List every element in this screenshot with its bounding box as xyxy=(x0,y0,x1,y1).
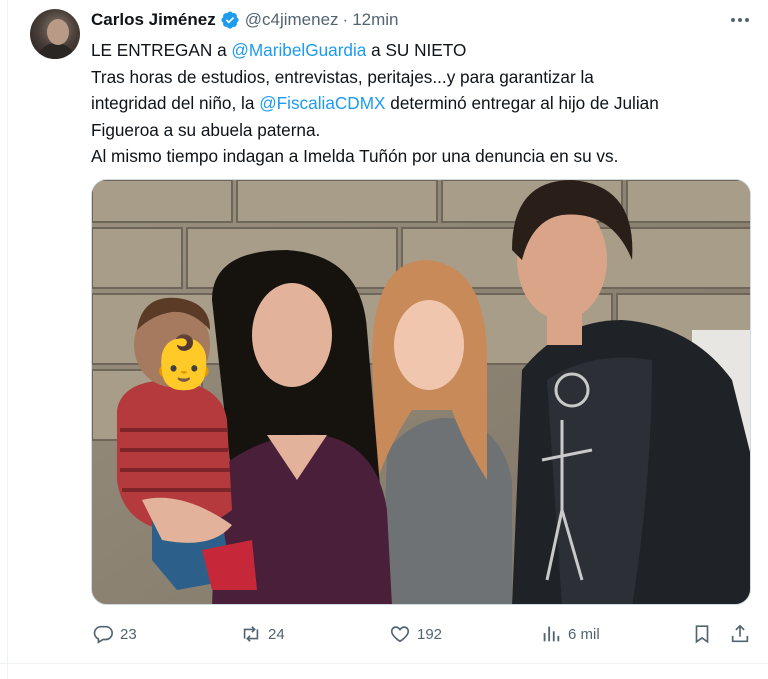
more-icon[interactable] xyxy=(729,10,751,30)
reply-count: 23 xyxy=(120,625,137,643)
timestamp[interactable]: 12min xyxy=(352,10,398,30)
tweet-line: Figueroa a su abuela paterna. xyxy=(91,119,321,140)
author-name[interactable]: Carlos Jiménez xyxy=(91,10,216,30)
like-count: 192 xyxy=(417,625,443,643)
tweet-photo[interactable]: 👶 xyxy=(91,179,751,605)
repost-icon xyxy=(243,626,259,642)
views-icon xyxy=(543,626,560,642)
repost-count: 24 xyxy=(268,625,285,643)
share-button[interactable] xyxy=(729,620,751,648)
tweet-line: integridad del niño, la @FiscaliaCDMX de… xyxy=(91,93,659,113)
like-button[interactable]: 192 xyxy=(389,620,442,648)
reply-icon xyxy=(93,625,113,644)
tweet[interactable]: Carlos Jiménez @c4jimenez · 12min LE ENT… xyxy=(0,0,768,668)
repost-button[interactable]: 24 xyxy=(240,620,285,648)
tweet-header: Carlos Jiménez @c4jimenez · 12min xyxy=(91,9,399,31)
views-count: 6 mil xyxy=(568,625,600,643)
share-icon xyxy=(731,624,749,643)
tweet-divider xyxy=(0,663,768,664)
photo-illustration: 👶 xyxy=(92,180,750,604)
bookmark-icon xyxy=(695,625,709,644)
views-button[interactable]: 6 mil xyxy=(540,620,600,648)
reply-button[interactable]: 23 xyxy=(92,620,137,648)
mention-link[interactable]: @MaribelGuardia xyxy=(231,40,366,60)
mention-link[interactable]: @FiscaliaCDMX xyxy=(259,93,385,113)
baby-emoji-icon: 👶 xyxy=(152,332,217,392)
separator-dot: · xyxy=(342,10,349,29)
tweet-line: Al mismo tiempo indagan a Imelda Tuñón p… xyxy=(91,146,619,166)
tweet-line: Tras horas de estudios, entrevistas, per… xyxy=(91,66,594,87)
tweet-text: LE ENTREGAN a @MaribelGuardia a SU NIETO… xyxy=(91,37,751,170)
author-handle[interactable]: @c4jimenez xyxy=(245,10,339,30)
tweet-line: LE ENTREGAN a @MaribelGuardia a SU NIETO xyxy=(91,40,467,60)
bookmark-button[interactable] xyxy=(691,620,713,648)
avatar[interactable] xyxy=(30,9,80,59)
verified-badge-icon xyxy=(221,11,239,29)
like-icon xyxy=(390,626,410,643)
